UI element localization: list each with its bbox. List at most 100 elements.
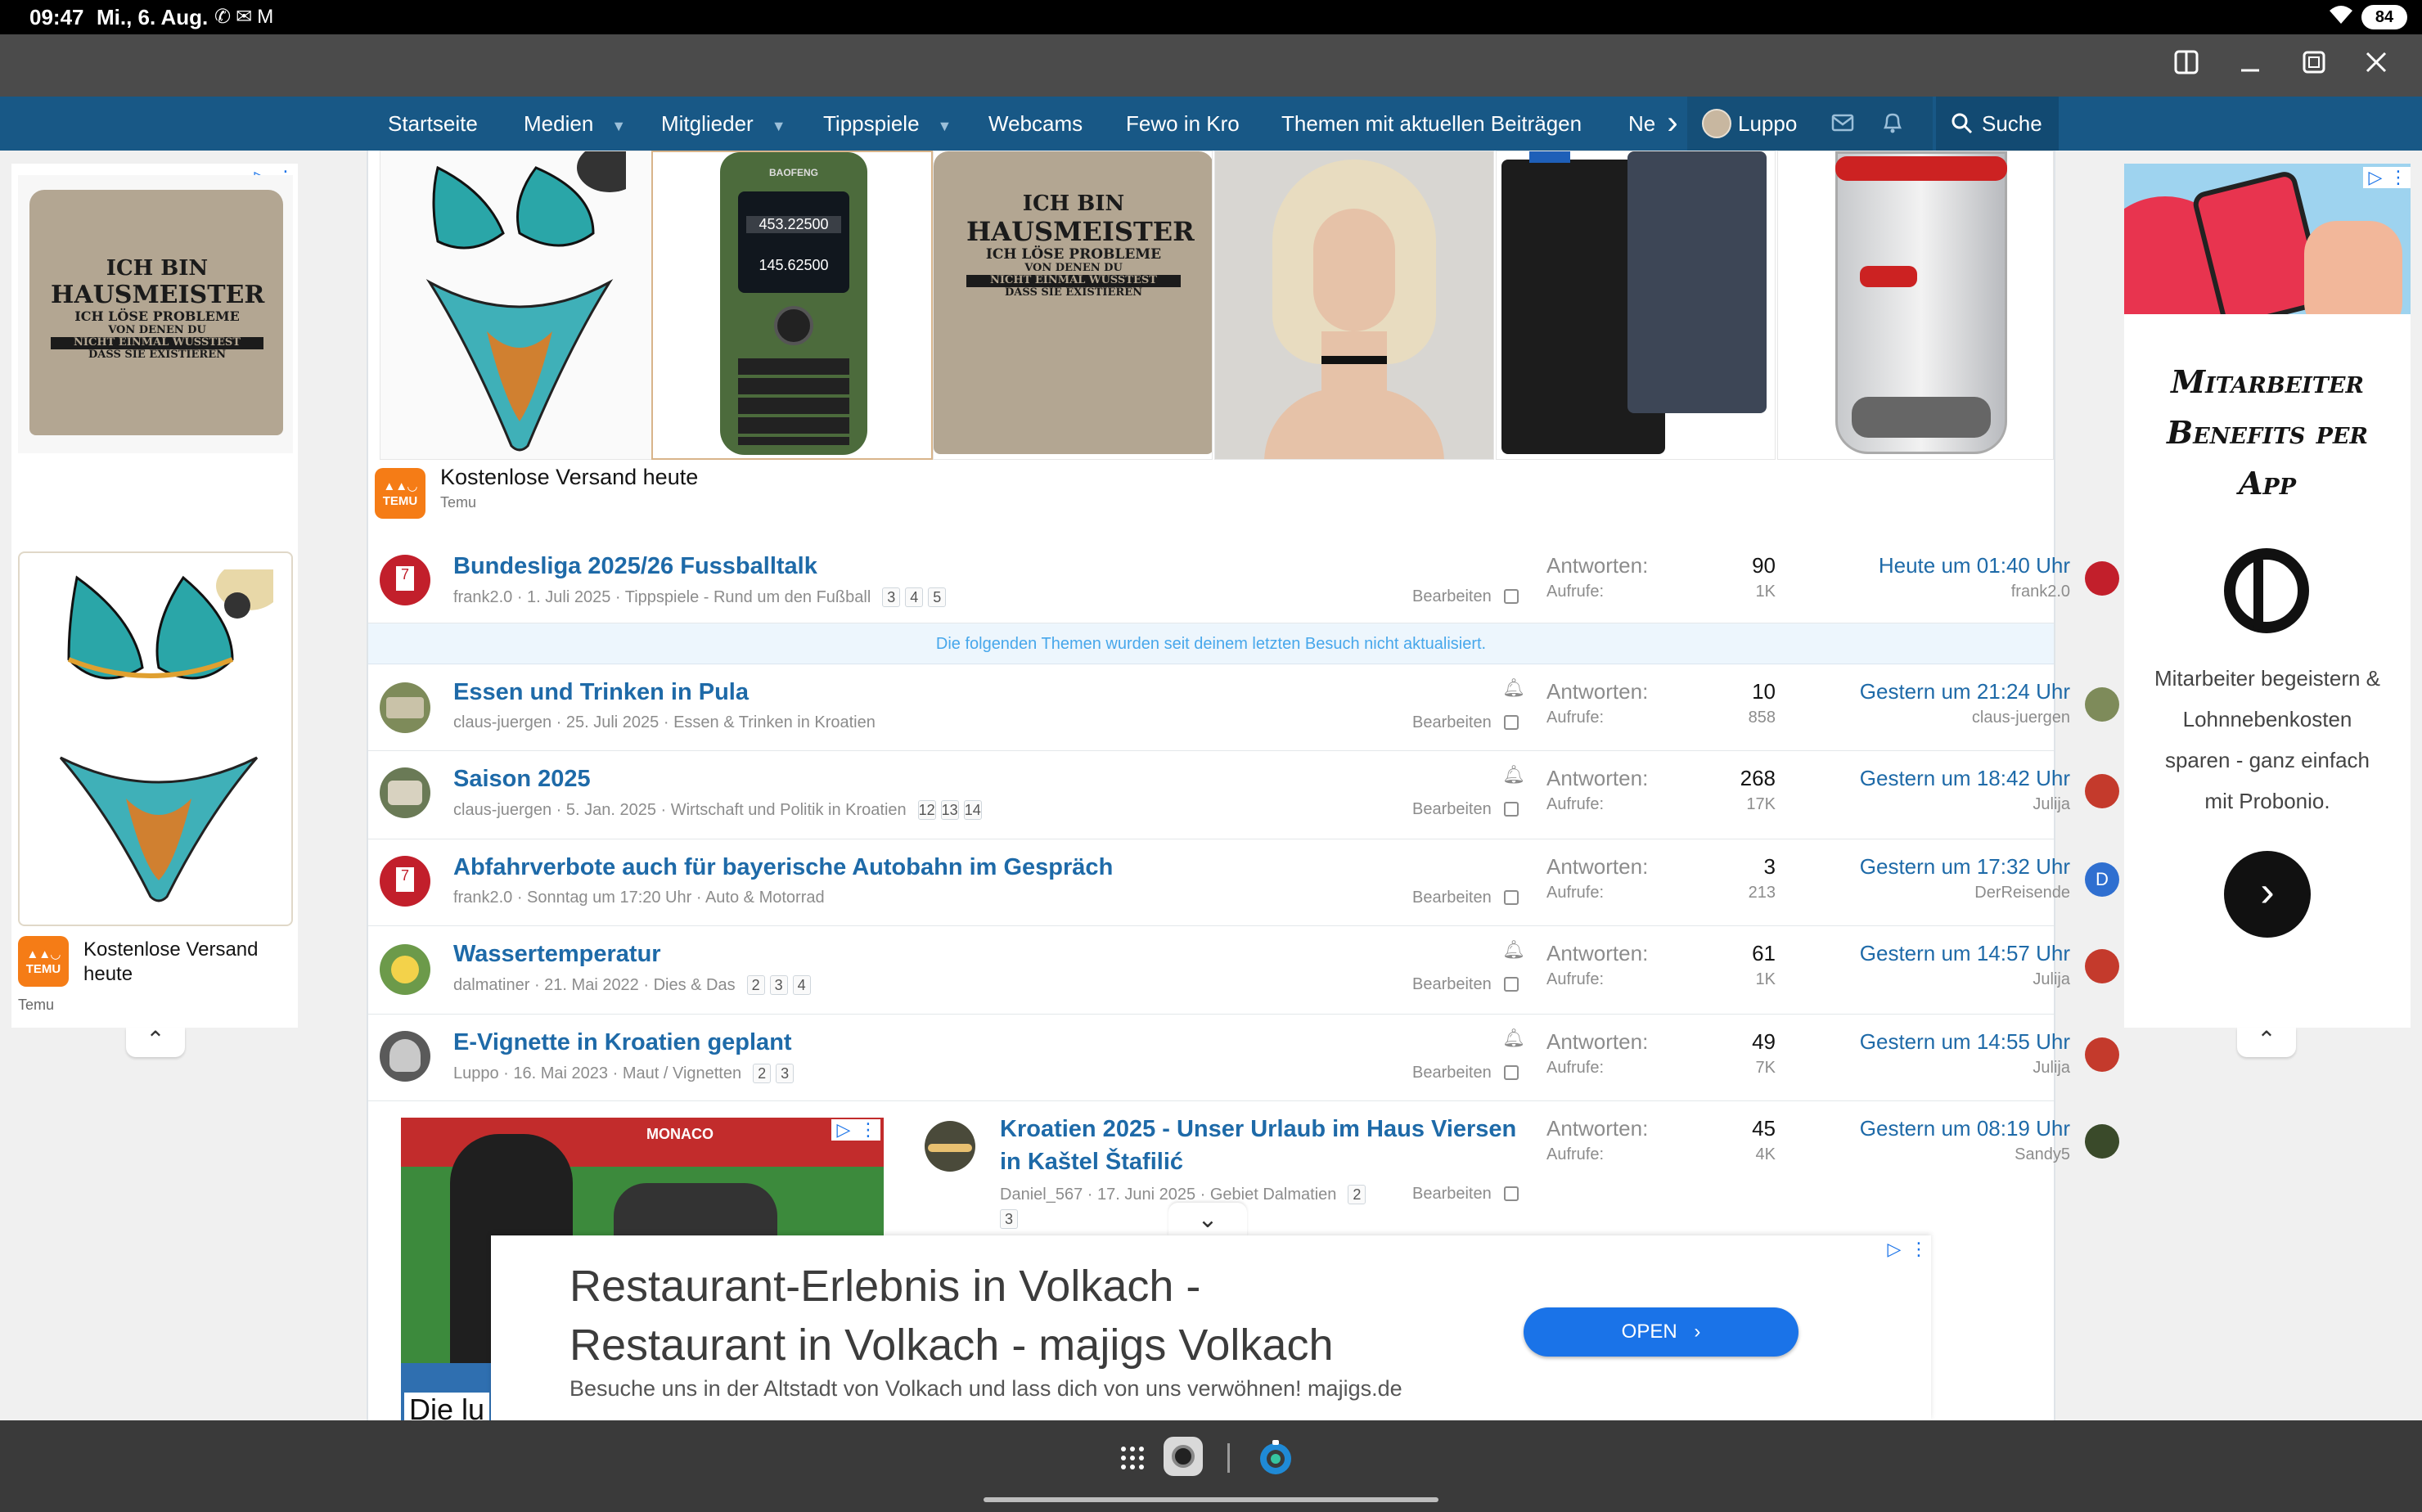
nav-item-tippspiele[interactable]: Tippspiele ▼ [823, 97, 952, 151]
product-vacuum-bin[interactable] [1777, 151, 2054, 460]
page-link[interactable]: 2 [753, 1064, 772, 1083]
table-row[interactable]: Essen und Trinken in Pula claus-juergen … [368, 664, 2119, 751]
nav-item-fewo[interactable]: Fewo in Kro [1126, 97, 1240, 151]
caret-icon[interactable]: ▼ [938, 99, 952, 153]
product-radio[interactable]: BAOFENG 453.22500 145.62500 [651, 151, 933, 460]
nav-item-truncated[interactable]: Ne [1628, 97, 1658, 151]
left-sidebar-ad[interactable]: ▷ ⋮ ICH BIN HAUSMEISTER ICH LÖSE PROBLEM… [11, 164, 298, 1028]
edit-link[interactable]: Bearbeiten [1412, 889, 1492, 907]
avatar[interactable] [2085, 949, 2119, 983]
chevron-right-icon[interactable]: › [1658, 97, 1687, 151]
tshirt-product-image[interactable]: ICH BIN HAUSMEISTER ICH LÖSE PROBLEME VO… [18, 175, 293, 453]
nav-item-aktuelle-themen[interactable]: Themen mit aktuellen Beiträgen [1281, 97, 1582, 151]
avatar[interactable] [380, 944, 430, 995]
menu-dots-icon[interactable]: ⋮ [1907, 1239, 1931, 1260]
checkbox-icon[interactable] [1504, 715, 1519, 730]
ad-cta-button[interactable]: › [2224, 851, 2311, 938]
chevron-up-icon[interactable]: ⌃ [2237, 1028, 2296, 1057]
avatar[interactable] [380, 1031, 430, 1082]
envelope-icon[interactable] [1831, 113, 1854, 137]
thread-author[interactable]: dalmatiner [453, 976, 529, 994]
last-post-user[interactable]: Julija [1759, 1059, 2070, 1078]
thread-date[interactable]: 5. Jan. 2025 [566, 801, 656, 819]
last-post-time[interactable]: Gestern um 21:24 Uhr [1759, 679, 2070, 704]
table-row[interactable]: 7 Bundesliga 2025/26 Fussballtalk frank2… [368, 535, 2119, 623]
ad-choices-icon[interactable]: ▷ [1882, 1239, 1907, 1260]
last-post-time[interactable]: Gestern um 18:42 Uhr [1759, 766, 2070, 791]
page-link[interactable]: 3 [776, 1064, 795, 1083]
page-link[interactable]: 5 [928, 587, 947, 607]
avatar[interactable] [380, 767, 430, 818]
last-post-user[interactable]: frank2.0 [1759, 583, 2070, 601]
thread-author[interactable]: claus-juergen [453, 713, 551, 731]
thread-date[interactable]: Sonntag um 17:20 Uhr [527, 889, 691, 907]
ad-choices-icon[interactable]: ▷ [2363, 167, 2388, 188]
thread-title[interactable]: Bundesliga 2025/26 Fussballtalk [453, 553, 817, 580]
thread-date[interactable]: 25. Juli 2025 [566, 713, 659, 731]
last-post-time[interactable]: Gestern um 08:19 Uhr [1759, 1116, 2070, 1141]
checkbox-icon[interactable] [1504, 890, 1519, 905]
thread-title[interactable]: Abfahrverbote auch für bayerische Autoba… [453, 854, 1113, 881]
apps-grid-icon[interactable] [1119, 1445, 1146, 1475]
avatar[interactable]: 7 [380, 555, 430, 605]
checkbox-icon[interactable] [1504, 802, 1519, 817]
menu-dots-icon[interactable]: ⋮ [2386, 167, 2411, 188]
product-shorts[interactable] [1496, 151, 1776, 460]
edge-browser-icon[interactable] [1255, 1437, 1296, 1478]
thread-title[interactable]: Kroatien 2025 - Unser Urlaub im Haus Vie… [1000, 1116, 1516, 1143]
temu-product-carousel[interactable]: BAOFENG 453.22500 145.62500 ICH BIN HAUS… [368, 151, 2054, 535]
page-link[interactable]: 3 [1000, 1209, 1018, 1229]
last-post-user[interactable]: DerReisende [1759, 884, 2070, 902]
last-post-user[interactable]: claus-juergen [1759, 709, 2070, 727]
product-bikini[interactable] [380, 151, 660, 460]
edit-link[interactable]: Bearbeiten [1412, 975, 1492, 994]
product-wig[interactable] [1214, 151, 1494, 460]
minimize-icon[interactable] [2234, 49, 2267, 82]
home-indicator[interactable] [984, 1497, 1438, 1502]
bell-icon[interactable]: 🔔︎ [1502, 764, 1525, 785]
thread-forum[interactable]: Tippspiele - Rund um den Fußball [625, 588, 871, 606]
page-link[interactable]: 12 [917, 800, 936, 820]
checkbox-icon[interactable] [1504, 589, 1519, 604]
edit-link[interactable]: Bearbeiten [1412, 1185, 1492, 1204]
thread-author[interactable]: frank2.0 [453, 588, 512, 606]
nav-item-medien[interactable]: Medien ▼ [524, 97, 626, 151]
table-row[interactable]: Saison 2025 claus-juergen · 5. Jan. 2025… [368, 751, 2119, 839]
ad-caption[interactable]: Kostenlose Versand heute [83, 938, 288, 987]
thread-date[interactable]: 16. Mai 2023 [513, 1064, 608, 1082]
bell-icon[interactable]: 🔔︎ [1502, 939, 1525, 961]
page-link[interactable]: 13 [940, 800, 959, 820]
thread-title[interactable]: Wassertemperatur [453, 941, 661, 968]
bell-icon[interactable] [1882, 111, 1903, 138]
ad-headline[interactable]: Restaurant-Erlebnis in Volkach - Restaur… [569, 1257, 1470, 1375]
page-link[interactable]: 4 [905, 587, 924, 607]
avatar[interactable]: 7 [380, 856, 430, 907]
checkbox-icon[interactable] [1504, 1065, 1519, 1080]
avatar[interactable]: D [2085, 862, 2119, 897]
thread-author[interactable]: Luppo [453, 1064, 499, 1082]
page-link[interactable]: 2 [746, 975, 765, 995]
page-link[interactable]: 3 [769, 975, 788, 995]
ad-caption[interactable]: Kostenlose Versand heute [440, 465, 698, 490]
thread-date[interactable]: 21. Mai 2022 [544, 976, 639, 994]
search-button[interactable]: Suche [1936, 97, 2059, 151]
avatar[interactable] [2085, 774, 2119, 808]
table-row[interactable]: E-Vignette in Kroatien geplant Luppo · 1… [368, 1015, 2119, 1101]
page-link[interactable]: 2 [1348, 1185, 1366, 1204]
page-link[interactable]: 3 [882, 587, 901, 607]
last-post-user[interactable]: Sandy5 [1759, 1145, 2070, 1164]
avatar[interactable] [2085, 561, 2119, 596]
edit-link[interactable]: Bearbeiten [1412, 713, 1492, 732]
avatar[interactable] [2085, 1037, 2119, 1072]
last-post-user[interactable]: Julija [1759, 970, 2070, 989]
edit-link[interactable]: Bearbeiten [1412, 1064, 1492, 1082]
close-icon[interactable] [2360, 49, 2393, 82]
nav-item-mitglieder[interactable]: Mitglieder ▼ [661, 97, 786, 151]
nav-item-webcams[interactable]: Webcams [988, 97, 1083, 151]
caret-icon[interactable]: ▼ [611, 99, 626, 153]
bottom-sticky-ad[interactable]: ▷ ⋮ Restaurant-Erlebnis in Volkach - Res… [491, 1235, 1931, 1420]
last-post-time[interactable]: Gestern um 14:55 Uhr [1759, 1029, 2070, 1055]
thread-author[interactable]: Daniel_567 [1000, 1186, 1083, 1204]
thread-forum[interactable]: Gebiet Dalmatien [1210, 1186, 1337, 1204]
camera-app-icon[interactable] [1164, 1437, 1203, 1476]
